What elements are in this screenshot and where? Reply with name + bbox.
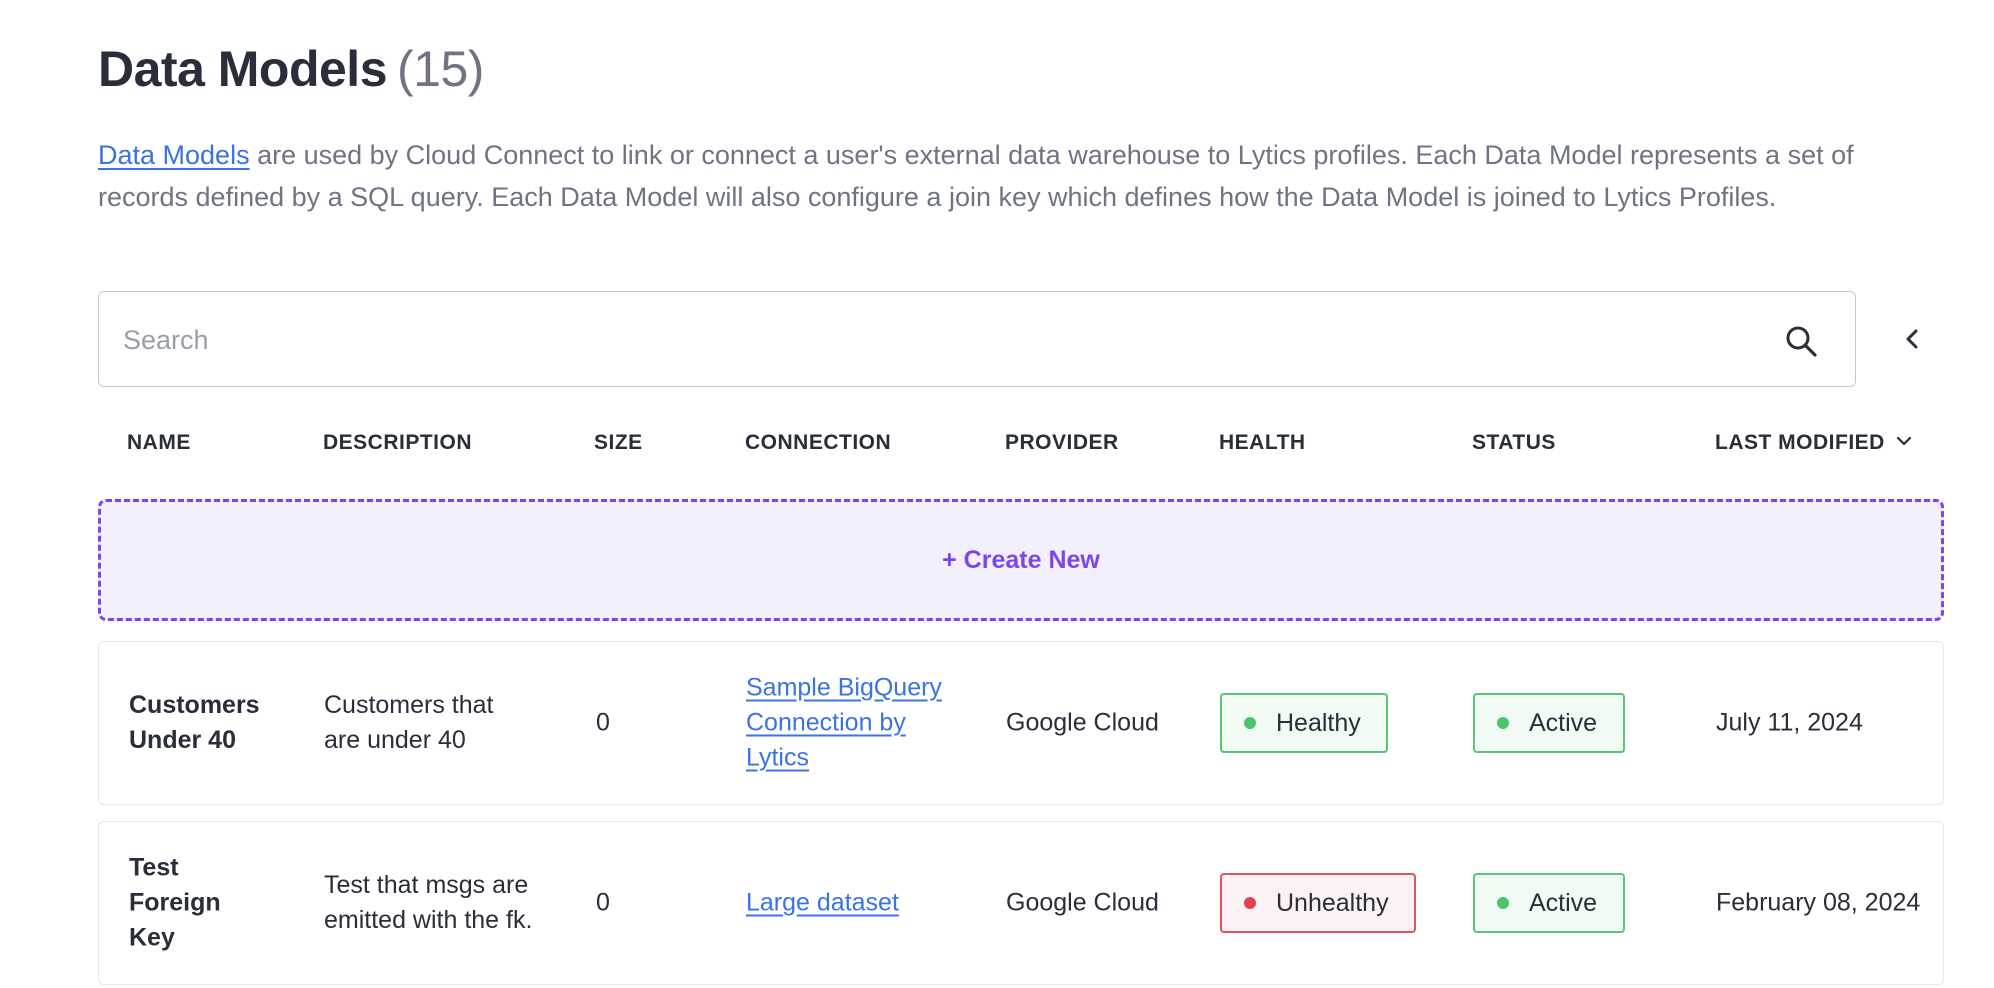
status-badge-label: Active — [1529, 708, 1598, 737]
health-badge-label: Unhealthy — [1276, 888, 1389, 917]
status-dot — [1497, 717, 1509, 729]
column-header-health[interactable]: HEALTH — [1219, 431, 1306, 455]
row-description: Test that msgs are emitted with the fk. — [324, 871, 533, 934]
column-header-size[interactable]: SIZE — [594, 431, 643, 455]
page-description: Data Models are used by Cloud Connect to… — [98, 134, 1938, 218]
health-status-dot — [1244, 717, 1256, 729]
table-row[interactable]: Test Foreign Key Test that msgs are emit… — [98, 821, 1944, 985]
page-title-text: Data Models — [98, 41, 388, 97]
health-badge: Healthy — [1220, 693, 1388, 753]
column-header-description[interactable]: DESCRIPTION — [323, 431, 472, 455]
column-header-provider[interactable]: PROVIDER — [1005, 431, 1119, 455]
search-box — [98, 291, 1856, 388]
page-description-text: are used by Cloud Connect to link or con… — [98, 140, 1854, 212]
row-last-modified: February 08, 2024 — [1716, 888, 1921, 917]
status-badge-label: Active — [1529, 888, 1598, 917]
model-count: (15) — [397, 41, 484, 97]
search-icon[interactable] — [1783, 323, 1819, 359]
row-connection-link[interactable]: Sample BigQuery Connection by Lytics — [746, 674, 942, 772]
health-status-dot — [1244, 897, 1256, 909]
row-connection-cell: Sample BigQuery Connection by Lytics — [746, 671, 966, 776]
chevron-left-icon[interactable] — [1895, 322, 1929, 356]
data-models-page: Data Models (15) Data Models are used by … — [0, 0, 1994, 988]
status-badge: Active — [1473, 873, 1625, 933]
row-last-modified: July 11, 2024 — [1716, 708, 1863, 737]
column-header-status[interactable]: STATUS — [1472, 431, 1556, 455]
column-header-last-modified-label: LAST MODIFIED — [1715, 431, 1885, 454]
column-header-name[interactable]: NAME — [127, 431, 191, 455]
create-new-button[interactable]: + Create New — [98, 499, 1944, 621]
column-header-last-modified[interactable]: LAST MODIFIED — [1715, 431, 1913, 455]
row-name: Test Foreign Key — [129, 853, 221, 952]
row-size: 0 — [596, 708, 610, 737]
row-name: Customers Under 40 — [129, 691, 260, 754]
search-input[interactable] — [121, 292, 1765, 388]
health-badge-label: Healthy — [1276, 708, 1361, 737]
data-models-doc-link[interactable]: Data Models — [98, 140, 250, 170]
row-provider: Google Cloud — [1006, 888, 1159, 917]
column-header-connection[interactable]: CONNECTION — [745, 431, 891, 455]
status-dot — [1497, 897, 1509, 909]
row-description: Customers that are under 40 — [324, 691, 494, 754]
health-badge: Unhealthy — [1220, 873, 1416, 933]
page-title: Data Models (15) — [98, 40, 484, 98]
row-size: 0 — [596, 888, 610, 917]
table-row[interactable]: Customers Under 40 Customers that are un… — [98, 641, 1944, 805]
row-connection-cell: Large dataset — [746, 886, 966, 921]
row-connection-link[interactable]: Large dataset — [746, 889, 899, 917]
status-badge: Active — [1473, 693, 1625, 753]
row-provider: Google Cloud — [1006, 708, 1159, 737]
chevron-down-icon — [1896, 437, 1911, 446]
